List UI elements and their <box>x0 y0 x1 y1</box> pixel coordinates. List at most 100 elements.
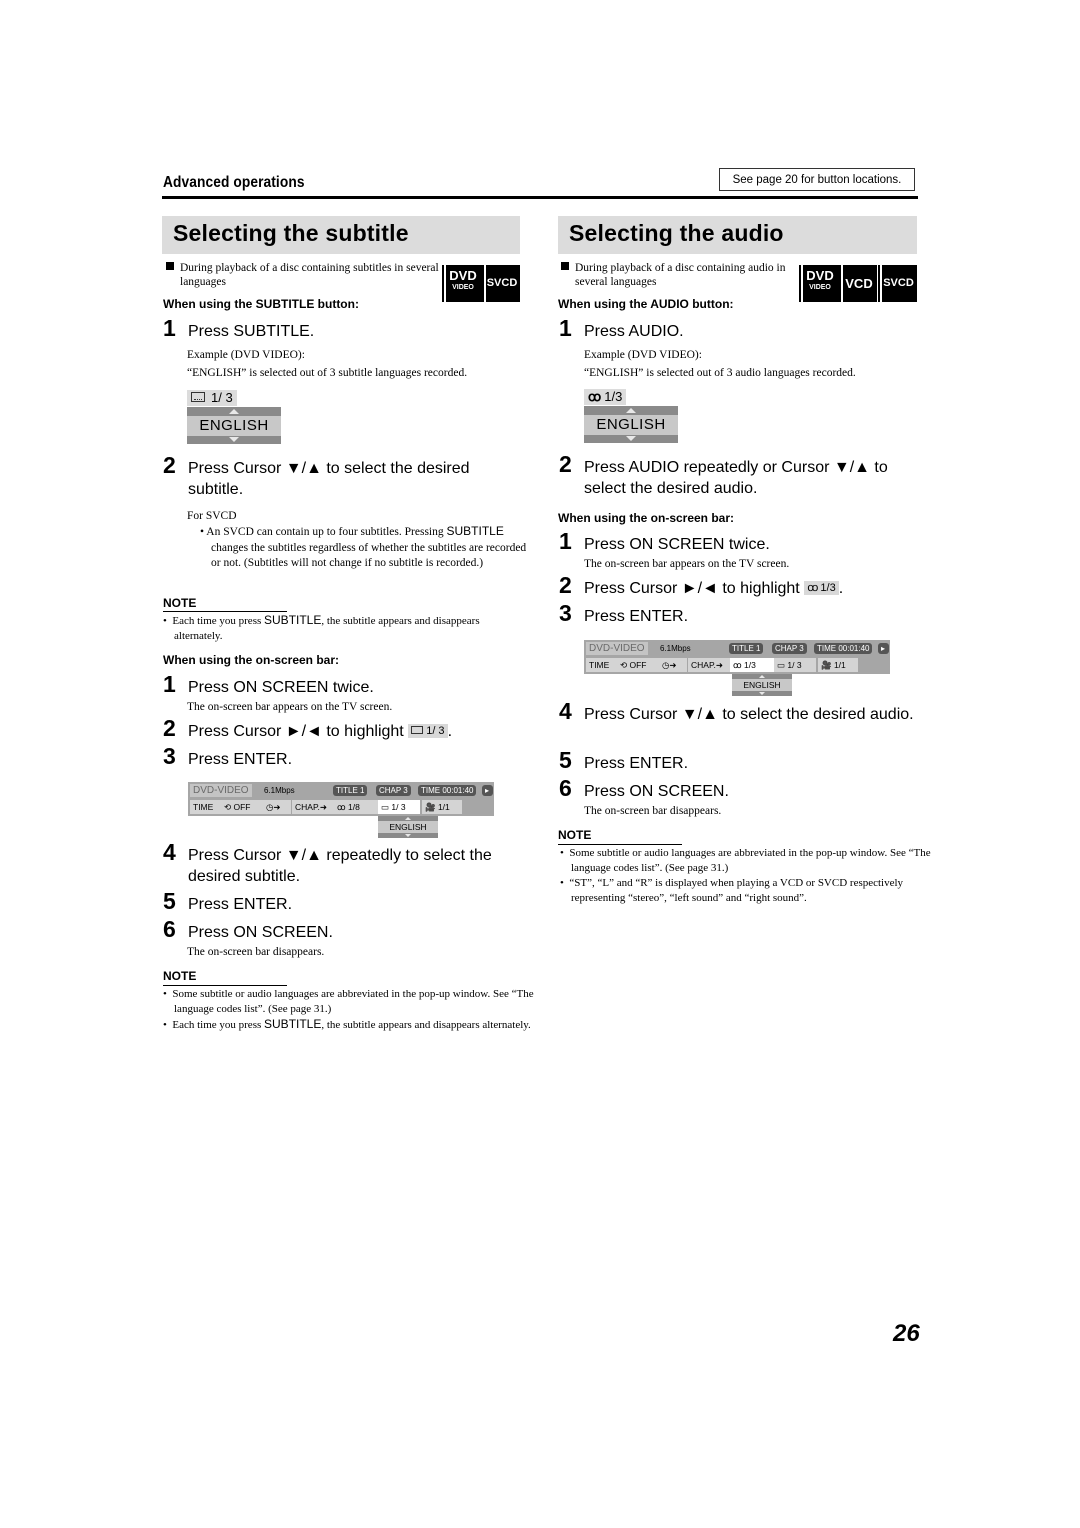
note-item: • Each time you press SUBTITLE, the subt… <box>163 613 480 642</box>
badge-subtext: VIDEO <box>809 284 831 291</box>
step-number: 2 <box>559 451 572 477</box>
repeat-cell[interactable]: ⟲ OFF <box>221 800 263 814</box>
subtitle-value: 1/ 3 <box>391 802 406 812</box>
step-text: Press Cursor ▼/▲ to select the desired s… <box>188 460 470 498</box>
clock-arrow-icon: ◷➜ <box>266 802 281 812</box>
subtitle-icon <box>191 392 205 402</box>
subtitle-cell[interactable]: ▭ 1/ 3 <box>378 800 420 814</box>
language-value: ENGLISH <box>584 415 678 435</box>
step-suffix: . <box>447 723 453 740</box>
time-mode-cell[interactable]: TIME <box>586 658 618 672</box>
step-text: Press SUBTITLE. <box>188 323 315 340</box>
status-row: DVD-VIDEO 6.1Mbps TITLE 1 CHAP 3 TIME 00… <box>190 784 493 797</box>
disc-type: DVD-VIDEO <box>190 784 252 797</box>
subtitle-icon <box>411 726 424 734</box>
audio-osd-counter: ꝏ 1/3 <box>584 389 627 405</box>
step-text: Press ON SCREEN twice. <box>188 679 374 696</box>
step-number: 1 <box>163 315 176 341</box>
play-icon: ▸ <box>482 785 493 796</box>
note-item: • Each time you press SUBTITLE, the subt… <box>163 1017 531 1031</box>
audio-cell[interactable]: ꝏ 1/8 <box>334 800 378 814</box>
bullet-text: changes the subtitles regardless of whet… <box>211 541 527 570</box>
subtitle-step-2: 2 Press Cursor ▼/▲ to select the desired… <box>163 454 523 502</box>
step-number: 1 <box>559 528 572 554</box>
language-value: ENGLISH <box>187 416 281 436</box>
step-subtext: The on-screen bar disappears. <box>584 805 722 817</box>
subtitle-intro-text: During playback of a disc containing sub… <box>180 262 439 288</box>
audio-cell[interactable]: ꝏ 1/3 <box>730 658 774 672</box>
chapter-search-cell[interactable]: CHAP.➜ <box>688 658 730 672</box>
audio-value: 1/3 <box>744 660 756 670</box>
subtitle-icon: ▭ <box>777 660 788 670</box>
angle-value: 1/1 <box>833 660 846 670</box>
header-rule <box>162 196 918 199</box>
step-text: Press ENTER. <box>188 896 293 913</box>
step-text-main: Press Cursor ►/◄ to highlight <box>584 580 800 597</box>
subtitle-cell[interactable]: ▭ 1/ 3 <box>774 658 816 672</box>
note-rule <box>163 985 287 986</box>
example-text: “ENGLISH” is selected out of 3 subtitle … <box>187 367 468 379</box>
up-arrow-icon <box>626 408 636 413</box>
time-search-cell[interactable]: ◷➜ <box>263 800 291 814</box>
audio-onscreen-step-2: 2 Press Cursor ►/◄ to highlight ꝏ 1/3. <box>559 574 919 600</box>
angle-cell[interactable]: 🎥 1/1 <box>818 658 858 672</box>
repeat-cell[interactable]: ⟲ OFF <box>617 658 659 672</box>
play-icon: ▸ <box>878 643 889 654</box>
svcd-badge: SVCD <box>878 265 917 302</box>
disc-type: DVD-VIDEO <box>586 642 648 655</box>
audio-intro-text: During playback of a disc containing aud… <box>575 262 786 288</box>
step-number: 6 <box>559 775 572 801</box>
angle-value: 1/1 <box>437 802 450 812</box>
audio-onscreen-step-5: 5 Press ENTER. <box>559 749 919 775</box>
button-name: SUBTITLE <box>264 1017 322 1031</box>
svcd-badge: SVCD <box>482 265 520 302</box>
title-number: TITLE 1 <box>729 643 764 654</box>
step-text: Press ON SCREEN. <box>188 924 333 941</box>
camera-icon: 🎥 <box>821 660 834 670</box>
up-arrow-icon <box>229 409 239 414</box>
subtitle-step-1: 1 Press SUBTITLE. <box>163 315 523 343</box>
see-page-note: See page 20 for button locations. <box>719 168 915 191</box>
audio-step-2: 2 Press AUDIO repeatedly or Cursor ▼/▲ t… <box>559 451 919 501</box>
audio-onscreen-popup: ENGLISH <box>732 674 792 696</box>
chapter-label: CHAP. <box>295 802 320 812</box>
step-text: Press ENTER. <box>584 755 689 772</box>
audio-language-popup: ENGLISH <box>584 406 678 443</box>
example-heading: Example (DVD VIDEO): <box>584 349 702 361</box>
audio-onscreen-step-4: 4 Press Cursor ▼/▲ to select the desired… <box>559 700 919 748</box>
audio-icon: ꝏ <box>588 389 602 404</box>
note-text: “ST”, “L” and “R” is displayed when play… <box>569 877 904 904</box>
step-text: Press ENTER. <box>188 751 293 768</box>
step-number: 6 <box>163 916 176 942</box>
note-rule <box>163 611 287 612</box>
note-item: • Some subtitle or audio languages are a… <box>163 988 534 1015</box>
clock-arrow-icon: ◷➜ <box>662 660 677 670</box>
time-search-cell[interactable]: ◷➜ <box>659 658 687 672</box>
subtitle-onscreen-step-5: 5 Press ENTER. <box>163 888 523 916</box>
chapter-search-cell[interactable]: CHAP.➜ <box>292 800 334 814</box>
note-item: • “ST”, “L” and “R” is displayed when pl… <box>560 877 904 904</box>
function-row: TIME ⟲ OFF ◷➜ CHAP.➜ ꝏ 1/8 ▭ 1/ 3 🎥 1/1 <box>190 800 492 814</box>
status-row: DVD-VIDEO 6.1Mbps TITLE 1 CHAP 3 TIME 00… <box>586 642 889 655</box>
repeat-value: OFF <box>629 660 647 670</box>
counter-text: 1/ 3 <box>211 390 233 405</box>
badge-text: SVCD <box>883 277 914 289</box>
step-text: Press ON SCREEN twice. <box>584 536 770 553</box>
note-text: Each time you press <box>172 615 265 627</box>
step-text: Press AUDIO. <box>584 323 684 340</box>
audio-icon: ꝏ <box>337 802 349 812</box>
step-number: 4 <box>163 839 176 865</box>
step-number: 2 <box>163 715 176 741</box>
audio-onscreen-bar: DVD-VIDEO 6.1Mbps TITLE 1 CHAP 3 TIME 00… <box>584 640 890 674</box>
audio-value: 1/8 <box>348 802 360 812</box>
highlight-chip: ꝏ 1/3 <box>804 581 839 595</box>
step-text: Press ENTER. <box>584 608 689 625</box>
subtitle-osd-counter: 1/ 3 <box>187 390 237 406</box>
note-item: • Some subtitle or audio languages are a… <box>560 847 931 874</box>
angle-cell[interactable]: 🎥 1/1 <box>422 800 462 814</box>
step-number: 5 <box>163 888 176 914</box>
step-subtext: The on-screen bar appears on the TV scre… <box>584 558 790 570</box>
subtitle-section-title: Selecting the subtitle <box>162 216 520 254</box>
example-heading: Example (DVD VIDEO): <box>187 349 305 361</box>
time-mode-cell[interactable]: TIME <box>190 800 222 814</box>
